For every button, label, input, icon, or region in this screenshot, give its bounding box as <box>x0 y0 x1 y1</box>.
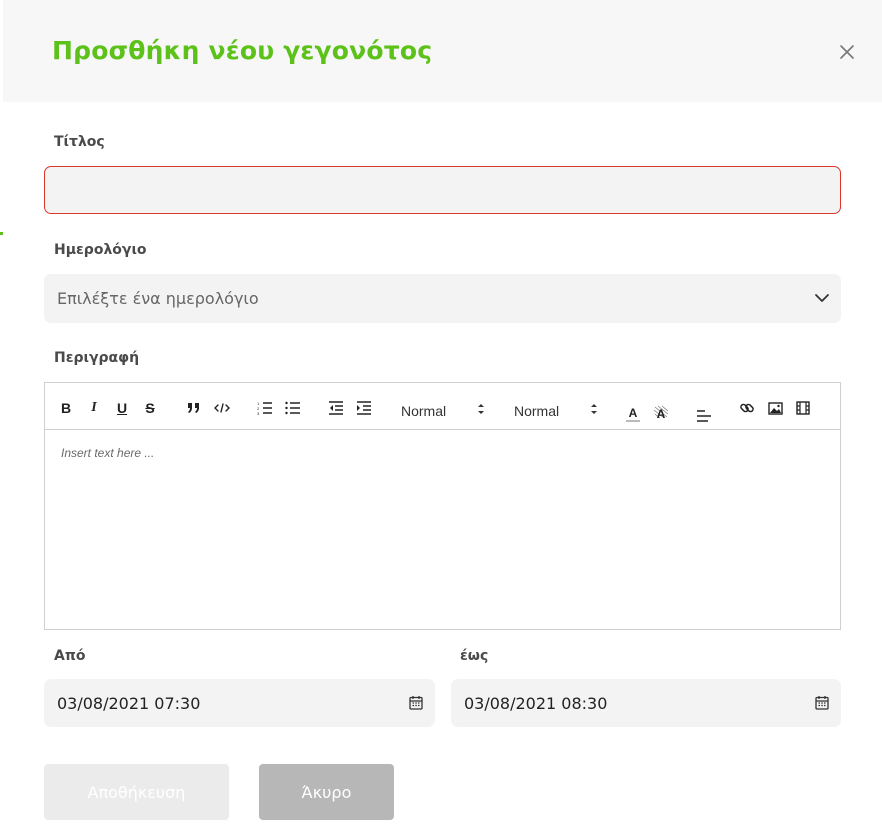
calendar-select-value: Επιλέξτε ένα ημερολόγιο <box>57 289 259 308</box>
description-label: Περιγραφή <box>54 350 140 366</box>
title-input[interactable] <box>44 166 841 214</box>
calendar-icon[interactable] <box>815 695 829 710</box>
ordered-list-icon[interactable]: 123 <box>257 399 273 417</box>
align-left-icon[interactable] <box>696 407 712 425</box>
background-color-button[interactable]: A <box>653 405 669 423</box>
svg-text:3: 3 <box>257 411 260 415</box>
underline-button[interactable]: U <box>115 399 129 417</box>
modal-title: Προσθήκη νέου γεγονότος <box>52 36 433 65</box>
calendar-icon[interactable] <box>409 695 423 710</box>
text-color-swatch <box>626 419 640 422</box>
bold-button[interactable]: B <box>59 399 73 417</box>
calendar-select[interactable]: Επιλέξτε ένα ημερολόγιο <box>44 274 841 323</box>
background-color-letter: A <box>656 407 666 421</box>
title-label: Τίτλος <box>54 134 105 150</box>
code-block-icon[interactable] <box>214 399 230 417</box>
italic-button[interactable]: I <box>87 399 101 417</box>
add-event-modal: Προσθήκη νέου γεγονότος Τίτλος Ημερολόγι… <box>3 0 882 839</box>
text-color-letter: A <box>628 405 638 420</box>
text-color-button[interactable]: A <box>625 405 641 423</box>
header-picker[interactable]: Normal <box>514 403 559 419</box>
image-icon[interactable] <box>767 399 783 417</box>
blockquote-icon[interactable] <box>186 399 202 417</box>
modal-header: Προσθήκη νέου γεγονότος <box>3 0 882 102</box>
close-icon[interactable] <box>837 42 857 62</box>
chevron-down-icon <box>814 290 830 306</box>
to-datetime-input[interactable]: 03/08/2021 08:30 <box>451 679 841 727</box>
from-label: Από <box>54 648 86 664</box>
strike-button[interactable]: S <box>143 399 157 417</box>
editor-toolbar: B I U S 123 Normal Normal A A <box>45 383 840 430</box>
size-picker-arrows-icon <box>477 401 485 415</box>
to-datetime-value: 03/08/2021 08:30 <box>464 694 608 713</box>
to-label: έως <box>460 648 489 664</box>
link-icon[interactable] <box>739 399 755 417</box>
outdent-icon[interactable] <box>328 399 344 417</box>
from-datetime-value: 03/08/2021 07:30 <box>57 694 201 713</box>
from-datetime-input[interactable]: 03/08/2021 07:30 <box>44 679 435 727</box>
cancel-button[interactable]: Άκυρο <box>259 764 394 820</box>
save-button[interactable]: Αποθήκευση <box>44 764 229 820</box>
size-picker[interactable]: Normal <box>401 403 446 419</box>
header-picker-arrows-icon <box>590 401 598 415</box>
calendar-label: Ημερολόγιο <box>54 242 147 258</box>
description-editor: B I U S 123 Normal Normal A A Insert tex… <box>44 382 841 630</box>
bullet-list-icon[interactable] <box>285 399 301 417</box>
video-icon[interactable] <box>795 399 811 417</box>
editor-content-area[interactable]: Insert text here ... <box>45 431 840 629</box>
indent-icon[interactable] <box>356 399 372 417</box>
editor-placeholder: Insert text here ... <box>61 446 155 460</box>
